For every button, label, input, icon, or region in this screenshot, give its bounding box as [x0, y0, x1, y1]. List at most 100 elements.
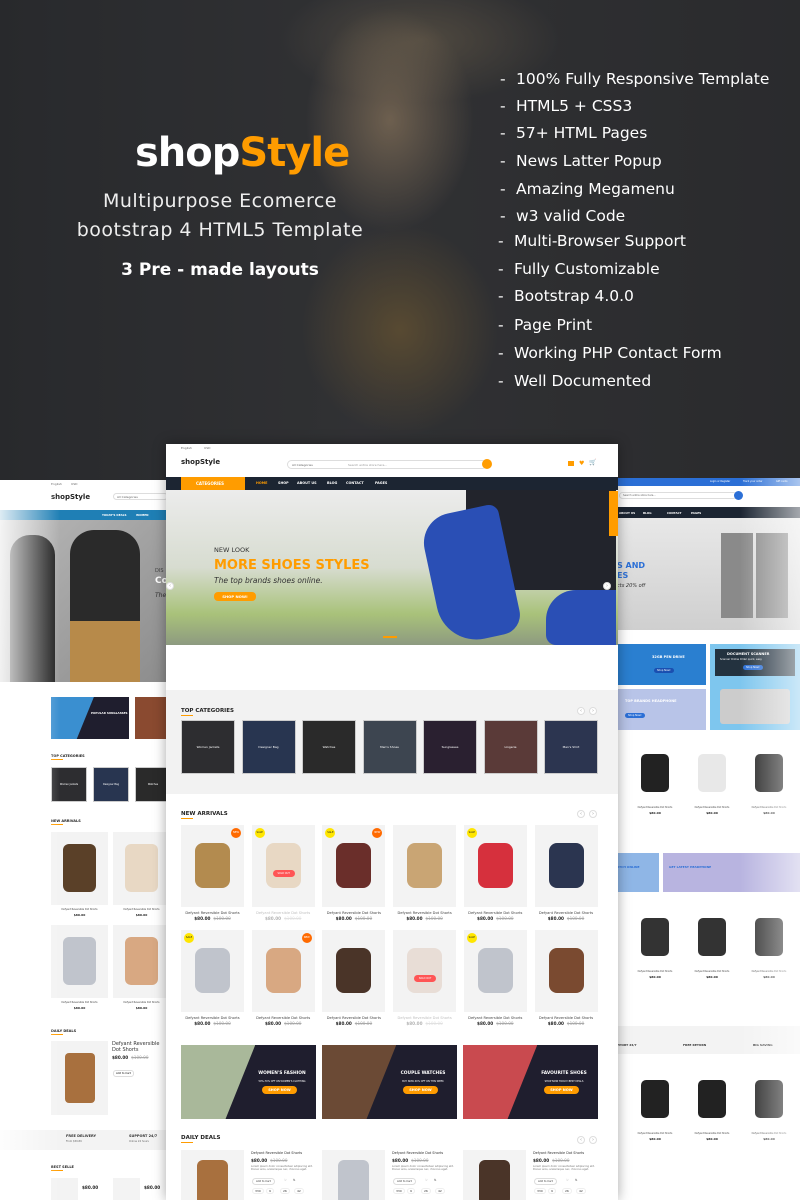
product-card[interactable]: SALE [463, 825, 527, 907]
slider-next-arrow[interactable]: › [603, 582, 611, 590]
product-image[interactable] [477, 947, 513, 993]
banner-image[interactable] [135, 697, 168, 739]
product-name[interactable]: Defyant Reversible Dot Shorts [629, 1132, 681, 1135]
product-image[interactable] [641, 754, 669, 792]
product-name[interactable]: Defyant Reversible Dot Shorts [322, 911, 385, 915]
product-image[interactable] [698, 918, 726, 956]
nav-contact[interactable]: CONTACT [346, 481, 364, 485]
pen-drive-banner[interactable]: 32GB PEN DRIVE Shop Now! [617, 644, 706, 685]
product-image[interactable] [407, 947, 443, 993]
prev-arrow[interactable]: ‹ [577, 707, 585, 715]
compare-icon[interactable] [568, 461, 574, 466]
product-image[interactable] [195, 947, 230, 993]
compare-icon[interactable]: ⇅ [293, 1178, 296, 1182]
category-tile[interactable]: Watches [302, 720, 356, 774]
category-select[interactable]: All Categories [113, 493, 168, 500]
add-to-cart-button[interactable]: Add to Cart [534, 1178, 557, 1185]
product-card[interactable] [113, 925, 168, 998]
currency-select[interactable]: USD [71, 482, 77, 486]
product-name[interactable]: Defyant Reversible Dot Shorts [686, 1132, 738, 1135]
product-name[interactable]: Defyant Reversible Dot Shorts [629, 970, 681, 973]
product-card[interactable]: SALE SOLD OUT [251, 825, 315, 907]
popular-sunglasses-banner[interactable]: POPULAR SUNGLASSES [51, 697, 129, 739]
product-card[interactable]: NEW [181, 825, 244, 907]
prev-arrow[interactable]: ‹ [577, 810, 585, 818]
deal-name[interactable]: Defyant Reversible Dot Shorts [251, 1151, 302, 1155]
product-image[interactable] [336, 947, 372, 993]
deal-name[interactable]: Defyant Reversible Dot Shorts [392, 1151, 443, 1155]
product-name[interactable]: Defyant Reversible Dot Shorts [252, 911, 315, 915]
product-name[interactable]: Defyant Reversible Dot Shorts [181, 911, 244, 915]
nav-item[interactable]: ABOUT US [619, 511, 635, 515]
product-name[interactable]: Defyant Reversible Dot Shorts [629, 806, 681, 809]
product-card[interactable]: SALE NEW [322, 825, 386, 907]
nav-item[interactable]: WOMEN [136, 513, 149, 517]
shop-now-button[interactable]: SHOP NOW [403, 1086, 438, 1094]
deal-name[interactable]: Defyant Reversible Dot Shorts [533, 1151, 584, 1155]
shop-now-button[interactable]: SHOP NOW [262, 1086, 297, 1094]
product-card[interactable] [534, 825, 598, 907]
search-input[interactable]: Search entire store here... [348, 463, 387, 467]
nav-pages[interactable]: PAGES [375, 481, 387, 485]
deal-image[interactable] [322, 1150, 385, 1200]
shop-now-button[interactable]: Shop Now! [654, 668, 674, 673]
search-input[interactable]: Search entire store here... [619, 492, 737, 499]
next-arrow[interactable]: › [589, 810, 597, 818]
category-tile[interactable]: Designer Bag [241, 720, 296, 774]
category-tile[interactable]: Women Jackets [181, 720, 235, 774]
language-select[interactable]: English [181, 446, 192, 450]
nav-shop[interactable]: SHOP [278, 481, 289, 485]
headphone-banner[interactable]: TOP BRANDS HEADPHONE Shop Now! [617, 689, 706, 730]
product-card[interactable] [113, 832, 168, 905]
nav-item[interactable]: CONTACT [667, 511, 682, 515]
best-seller-image[interactable] [113, 1178, 140, 1200]
product-name[interactable]: Defyant Reversible Dot Shorts [322, 1016, 385, 1020]
category-tile[interactable]: Watches [135, 767, 168, 802]
product-name[interactable]: Defyant Reversible Dot Shorts [393, 1016, 456, 1020]
product-image[interactable] [698, 1080, 726, 1118]
category-tile[interactable]: Men's Shoes [362, 720, 417, 774]
product-name[interactable]: Defyant Reversible Dot Shorts [113, 908, 168, 911]
deal-image[interactable] [463, 1150, 526, 1200]
nav-item[interactable]: PAGES [691, 511, 701, 515]
category-tile[interactable]: Sunglasses [423, 720, 477, 774]
wishlist-icon[interactable]: ♡ [425, 1178, 428, 1182]
product-name[interactable]: Defyant Reversible Dot Shorts [393, 911, 456, 915]
heart-icon[interactable]: ♥ [579, 461, 584, 467]
promo-banner[interactable]: FAVOURITE SHOES SHOP NOW TODAY! BEST DEAL… [463, 1045, 598, 1119]
promo-banner[interactable]: WOMEN'S FASHION 50%-70% OFF ON WOMEN'S CL… [181, 1045, 316, 1119]
nav-blog[interactable]: BLOG [327, 481, 337, 485]
product-card[interactable] [534, 929, 598, 1012]
product-card[interactable]: SALE [463, 929, 527, 1012]
product-image[interactable] [477, 843, 513, 888]
currency-select[interactable]: USD [204, 446, 210, 450]
product-image[interactable] [265, 947, 301, 993]
product-card[interactable]: NEW [251, 929, 315, 1012]
nav-item[interactable]: TODAY'S DEALS [102, 513, 127, 517]
product-card[interactable] [393, 825, 457, 907]
category-tile[interactable]: Designer Bag [93, 767, 129, 802]
deal-image[interactable] [181, 1150, 244, 1200]
deal-name[interactable]: Defyant Reversible Dot Shorts [112, 1041, 166, 1053]
categories-menu-button[interactable]: CATEGORIES [181, 477, 245, 490]
cart-icon[interactable]: 🛒 [589, 460, 596, 466]
product-name[interactable]: Defyant Reversible Dot Shorts [181, 1016, 244, 1020]
shop-now-button[interactable]: Shop Now! [625, 713, 645, 718]
next-arrow[interactable]: › [589, 1136, 597, 1144]
product-name[interactable]: Defyant Reversible Dot Shorts [113, 1001, 168, 1004]
product-name[interactable]: Defyant Reversible Dot Shorts [252, 1016, 315, 1020]
category-tile[interactable]: Lingerie [483, 720, 538, 774]
product-name[interactable]: Defyant Reversible Dot Shorts [686, 806, 738, 809]
product-image[interactable] [641, 1080, 669, 1118]
slider-prev-arrow[interactable]: ‹ [166, 582, 174, 590]
product-name[interactable]: Defyant Reversible Dot Shorts [686, 970, 738, 973]
product-image[interactable] [548, 843, 584, 888]
nav-home[interactable]: HOME [256, 481, 267, 485]
product-image[interactable] [265, 843, 301, 888]
watch-online-banner[interactable]: ATCH ONLINE [617, 853, 659, 892]
product-image[interactable] [641, 918, 669, 956]
product-name[interactable]: Defyant Reversible Dot Shorts [535, 911, 598, 915]
compare-icon[interactable]: ⇅ [434, 1178, 437, 1182]
promo-banner[interactable]: COUPLE WATCHES BUY NOW 40% OFF ON THIS WE… [322, 1045, 457, 1119]
product-card[interactable] [322, 929, 386, 1012]
